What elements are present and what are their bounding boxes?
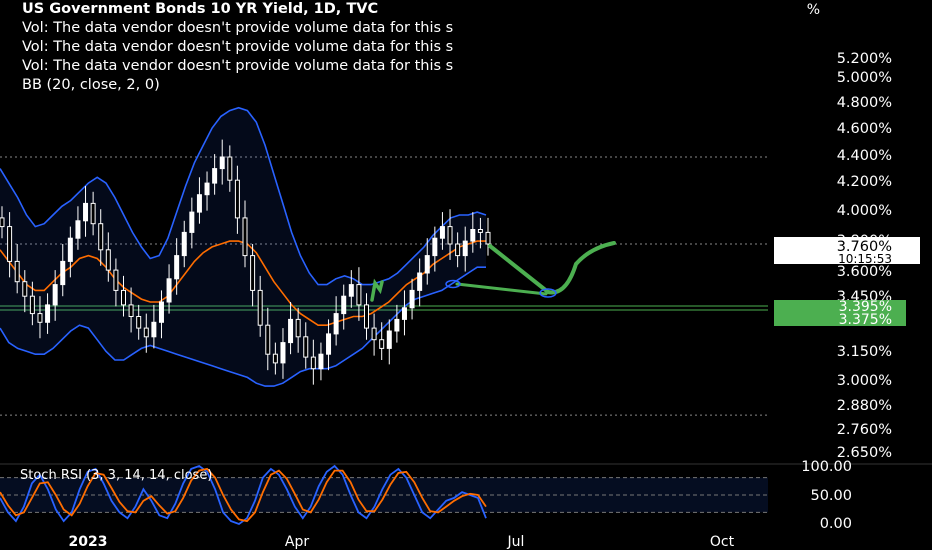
stoch-rsi-label[interactable]: Stoch RSI (3, 3, 14, 14, close) xyxy=(20,468,212,483)
candle-body xyxy=(394,318,400,332)
candle-body xyxy=(219,156,225,170)
price-tick-label: 4.400% xyxy=(837,148,892,164)
candle-body xyxy=(272,353,278,364)
candle-body xyxy=(288,318,294,344)
candle-body xyxy=(257,289,263,326)
projection-stroke xyxy=(488,241,616,295)
price-tick-label: 4.200% xyxy=(837,174,892,190)
bb-indicator-label[interactable]: BB (20, close, 2, 0) xyxy=(22,76,774,95)
candle-body xyxy=(14,260,20,283)
candle-body xyxy=(174,255,180,280)
candle-body xyxy=(90,202,96,225)
candle-body xyxy=(83,202,89,222)
candle-body xyxy=(158,301,164,323)
candle-body xyxy=(22,281,28,297)
candle-body xyxy=(136,316,142,329)
candle-body xyxy=(52,284,58,306)
time-tick-label: Apr xyxy=(285,534,309,550)
candle-body xyxy=(128,304,134,317)
candle-body xyxy=(45,304,51,323)
candle-body xyxy=(196,194,202,213)
candle-body xyxy=(37,313,43,323)
candle-body xyxy=(29,295,35,315)
candle-body xyxy=(227,156,233,181)
candle-body xyxy=(151,321,157,338)
stoch-tick-label: 100.00 xyxy=(801,459,852,475)
price-tick-label: 2.880% xyxy=(837,398,892,414)
symbol-title[interactable]: US Government Bonds 10 YR Yield, 1D, TVC xyxy=(22,0,774,19)
candle-body xyxy=(379,339,385,349)
candle-body xyxy=(386,330,392,349)
price-tags: 3.760%10:15:533.395%3.375% xyxy=(774,237,920,328)
candle-body xyxy=(432,237,438,257)
candle-body xyxy=(242,217,248,257)
price-tick-label: 4.800% xyxy=(837,95,892,111)
trend-stroke xyxy=(455,282,548,296)
candle-body xyxy=(417,272,423,291)
price-tick-label: 4.600% xyxy=(837,121,892,137)
candle-body xyxy=(485,231,491,245)
candle-body xyxy=(121,289,126,306)
candle-body xyxy=(326,333,332,355)
candle-body xyxy=(98,223,104,251)
candle-body xyxy=(455,243,461,257)
bar-countdown: 10:15:53 xyxy=(838,252,892,266)
chart-legend: US Government Bonds 10 YR Yield, 1D, TVC… xyxy=(22,0,774,95)
time-tick-label: Jul xyxy=(507,534,525,550)
candle-body xyxy=(166,278,172,303)
volume-notice-1: Vol: The data vendor doesn't provide vol… xyxy=(22,20,454,36)
percent-scale-symbol: % xyxy=(806,2,820,18)
candle-body xyxy=(143,327,149,338)
candle-body xyxy=(75,220,81,239)
candle-body xyxy=(280,342,286,364)
candle-body xyxy=(371,327,377,341)
candle-body xyxy=(204,182,210,196)
candle-body xyxy=(212,168,218,184)
price-tick-label: 3.000% xyxy=(837,373,892,389)
price-tick-label: 2.760% xyxy=(837,422,892,438)
candle-body xyxy=(7,226,13,262)
price-tick-label: 5.200% xyxy=(837,51,892,67)
candle-body xyxy=(265,324,271,355)
stoch-tick-label: 0.00 xyxy=(820,516,852,532)
candle-body xyxy=(295,318,301,338)
candle-body xyxy=(477,229,483,233)
candle-body xyxy=(348,284,354,297)
candle-body xyxy=(105,249,111,271)
candle-body xyxy=(250,255,256,291)
candle-body xyxy=(318,353,324,370)
candle-body xyxy=(60,260,66,286)
candle-body xyxy=(439,226,445,239)
candle-body xyxy=(447,226,453,245)
price-tick-label: 3.600% xyxy=(837,264,892,280)
candle-body xyxy=(401,307,407,320)
candle-body xyxy=(356,284,362,306)
time-tick-label: Oct xyxy=(710,534,735,550)
time-tick-label: 2023 xyxy=(69,534,108,550)
price-tick-label: 3.150% xyxy=(837,344,892,360)
time-axis[interactable]: 2023 Apr Jul Oct xyxy=(69,534,735,550)
candle-body xyxy=(409,289,415,309)
candle-body xyxy=(67,237,73,262)
candle-body xyxy=(113,269,119,291)
candle-body xyxy=(341,295,347,315)
candle-body xyxy=(234,179,240,219)
candle-body xyxy=(364,304,369,329)
volume-notice-3: Vol: The data vendor doesn't provide vol… xyxy=(22,58,454,74)
candle-body xyxy=(310,356,316,370)
candle-body xyxy=(424,255,430,274)
candle-body xyxy=(333,313,339,335)
price-axis[interactable]: 5.200% 5.000% 4.800% 4.600% 4.400% 4.200% 4.00… xyxy=(801,51,892,532)
candle-body xyxy=(0,217,5,228)
stoch-tick-label: 50.00 xyxy=(810,488,852,504)
level-tag-lower: 3.375% xyxy=(839,312,892,328)
candle-body xyxy=(470,229,476,242)
price-tick-label: 4.000% xyxy=(837,203,892,219)
candle-body xyxy=(462,240,468,257)
candle-body xyxy=(181,231,187,257)
volume-notice-2: Vol: The data vendor doesn't provide vol… xyxy=(22,39,454,55)
candle-body xyxy=(189,211,195,233)
candle-body xyxy=(303,336,309,358)
price-tick-label: 5.000% xyxy=(837,70,892,86)
